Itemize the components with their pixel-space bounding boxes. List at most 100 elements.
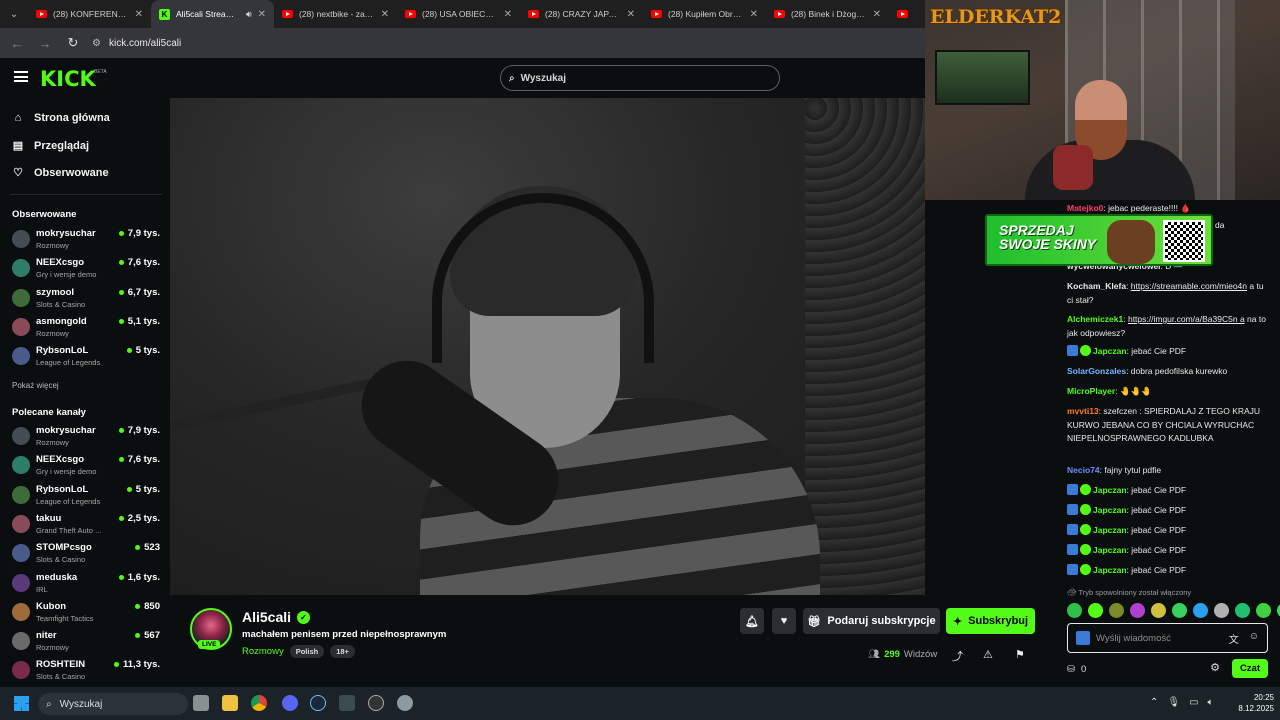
emote-icon[interactable] [1130, 603, 1145, 618]
obs-icon[interactable] [368, 695, 384, 711]
chat-username[interactable]: Matejko0 [1067, 203, 1103, 213]
chat-username[interactable]: Alchemiczek1 [1067, 314, 1123, 324]
chat-username[interactable]: Japczan [1093, 346, 1127, 356]
browser-tab[interactable]: K Ali5cali Stream - W 🔊︎ ✕ [151, 0, 274, 28]
browser-tab[interactable]: (28) KONFERENCJA: N ✕ [28, 0, 151, 28]
sidebar-channel[interactable]: Kubon Teamfight Tactics 850 [12, 599, 160, 625]
close-tab-icon[interactable]: ✕ [258, 9, 266, 20]
close-tab-icon[interactable]: ✕ [135, 9, 143, 20]
chrome-icon[interactable] [251, 695, 267, 711]
sidebar-channel[interactable]: takuu Grand Theft Auto ... 2,5 tys. [12, 511, 160, 537]
chat-username[interactable]: Necio74 [1067, 465, 1100, 475]
forward-icon[interactable]: → [36, 36, 54, 51]
url-field[interactable]: ⚙ kick.com/ali5cali [92, 38, 181, 49]
chat-username[interactable]: mvvti13 [1067, 406, 1099, 416]
notification-button[interactable]: 🔔︎ [740, 608, 764, 634]
settings-app-icon[interactable] [397, 695, 413, 711]
sidebar-channel[interactable]: NEEXcsgo Gry i wersje demo 7,6 tys. [12, 452, 160, 478]
tab-audio-icon[interactable]: 🔊︎ [246, 9, 252, 20]
share-icon[interactable]: ⤴ [952, 648, 963, 664]
category-link[interactable]: Rozmowy [242, 646, 284, 657]
sidebar-item-following[interactable]: ♡ Obserwowane [12, 166, 109, 180]
follow-button[interactable]: ♥ [772, 608, 796, 634]
chat-username[interactable]: Japczan [1093, 525, 1127, 535]
kick-logo[interactable]: KICK [40, 67, 96, 91]
sidebar-channel[interactable]: RybsonLoL League of Legends 5 tys. [12, 343, 160, 369]
sidebar-channel[interactable]: asmongold Rozmowy 5,1 tys. [12, 314, 160, 340]
sidebar-channel[interactable]: meduska IRL 1,6 tys. [12, 570, 160, 596]
chat-input[interactable]: Wyślij wiadomość 文 ☺ [1067, 623, 1268, 653]
chat-username[interactable]: SolarGonzales [1067, 366, 1126, 376]
emote-icon[interactable] [1109, 603, 1124, 618]
clock[interactable]: 20:25 8.12.2025 [1232, 692, 1274, 714]
points-icon[interactable]: ⛁ [1067, 664, 1075, 675]
close-tab-icon[interactable]: ✕ [627, 9, 635, 20]
chat-link[interactable]: https://streamable.com/mieo4n [1131, 281, 1247, 291]
chat-username[interactable]: Kocham_Klefa [1067, 281, 1126, 291]
chat-username[interactable]: Japczan [1093, 485, 1127, 495]
close-tab-icon[interactable]: ✕ [750, 9, 758, 20]
chat-link[interactable]: https://imgur.com/a/Ba39C5n a [1128, 314, 1245, 324]
emote-icon[interactable] [1172, 603, 1187, 618]
chat-username[interactable]: Japczan [1093, 565, 1127, 575]
browser-tab[interactable]: (28) nextbike - zawsze ✕ [274, 0, 397, 28]
tag-age[interactable]: 18+ [330, 645, 355, 658]
close-tab-icon[interactable]: ✕ [504, 9, 512, 20]
windows-start-icon[interactable] [14, 696, 29, 711]
xbox-app-icon[interactable] [339, 695, 355, 711]
back-icon[interactable]: ← [8, 36, 26, 51]
sidebar-item-browse[interactable]: ▤ Przeglądaj [12, 139, 89, 153]
emote-icon[interactable] [1067, 603, 1082, 618]
reload-icon[interactable]: ↻ [64, 35, 82, 51]
task-view-icon[interactable] [193, 695, 209, 711]
emote-icon[interactable] [1256, 603, 1271, 618]
steam-icon[interactable] [310, 695, 326, 711]
sidebar-channel[interactable]: mokrysuchar Rozmowy 7,9 tys. [12, 423, 160, 449]
emote-icon[interactable] [1193, 603, 1208, 618]
tag-language[interactable]: Polish [289, 645, 325, 658]
report-icon[interactable]: ⚠ [983, 648, 993, 661]
chat-username[interactable]: MicroPlayer [1067, 386, 1115, 396]
menu-icon[interactable] [14, 71, 28, 82]
sidebar-channel[interactable]: ROSHTEIN Slots & Casino 11,3 tys. [12, 657, 160, 683]
show-more-link[interactable]: Pokaż więcej [12, 381, 59, 390]
display-icon[interactable]: ▭ [1189, 697, 1198, 708]
settings-icon[interactable]: ⚙ [1210, 661, 1220, 674]
browser-tab[interactable]: (28) Kupiłem Obraz n ✕ [643, 0, 766, 28]
discord-icon[interactable] [282, 695, 298, 711]
sidebar-channel[interactable]: niter Rozmowy 567 [12, 628, 160, 654]
close-tab-icon[interactable]: ✕ [381, 9, 389, 20]
chat-username[interactable]: Japczan [1093, 505, 1127, 515]
sidebar-channel[interactable]: szymool Slots & Casino 6,7 tys. [12, 285, 160, 311]
close-tab-icon[interactable]: ✕ [873, 9, 881, 20]
emote-icon[interactable] [1235, 603, 1250, 618]
search-input[interactable]: ⌕ Wyszukaj [500, 65, 780, 91]
emote-icon[interactable] [1151, 603, 1166, 618]
volume-icon[interactable]: 🔈︎ [1208, 697, 1214, 708]
video-player[interactable] [170, 98, 925, 595]
emoji-icon[interactable]: ☺ [1249, 631, 1259, 646]
subscribe-button[interactable]: ✦ Subskrybuj [946, 608, 1035, 634]
taskbar-search[interactable]: ⌕ Wyszukaj [38, 693, 188, 715]
emote-icon[interactable] [1088, 603, 1103, 618]
sidebar-channel[interactable]: RybsonLoL League of Legends 5 tys. [12, 482, 160, 508]
chat-username[interactable]: Japczan [1093, 545, 1127, 555]
sidebar-channel[interactable]: NEEXcsgo Gry i wersje demo 7,6 tys. [12, 255, 160, 281]
site-info-icon[interactable]: ⚙ [92, 38, 101, 49]
emote-icon[interactable] [1214, 603, 1229, 618]
microphone-icon[interactable]: 🎙︎ [1167, 697, 1180, 708]
browser-tab[interactable]: (28) USA OBIECUJE W ✕ [397, 0, 520, 28]
browser-tab[interactable]: (28) Binek i Dżogo | D ✕ [766, 0, 889, 28]
translate-icon[interactable]: 文 [1229, 631, 1239, 646]
sidebar-channel[interactable]: mokrysuchar Rozmowy 7,9 tys. [12, 226, 160, 252]
channel-name[interactable]: Ali5cali ✓ [242, 609, 311, 625]
host-icon[interactable]: ⚑ [1015, 648, 1025, 661]
gift-subs-button[interactable]: 🎁︎ Podaruj subskrypcje [803, 608, 940, 634]
sidebar-channel[interactable]: STOMPcsgo Slots & Casino 523 [12, 540, 160, 566]
send-chat-button[interactable]: Czat [1231, 659, 1268, 678]
chevron-up-icon[interactable]: ⌃ [1150, 697, 1158, 708]
tab-search-icon[interactable]: ⌄ [0, 0, 28, 28]
file-explorer-icon[interactable] [222, 695, 238, 711]
sidebar-item-home[interactable]: ⌂ Strona główna [12, 112, 110, 124]
browser-tab[interactable]: (28) CRAZY JAPANESE ✕ [520, 0, 643, 28]
